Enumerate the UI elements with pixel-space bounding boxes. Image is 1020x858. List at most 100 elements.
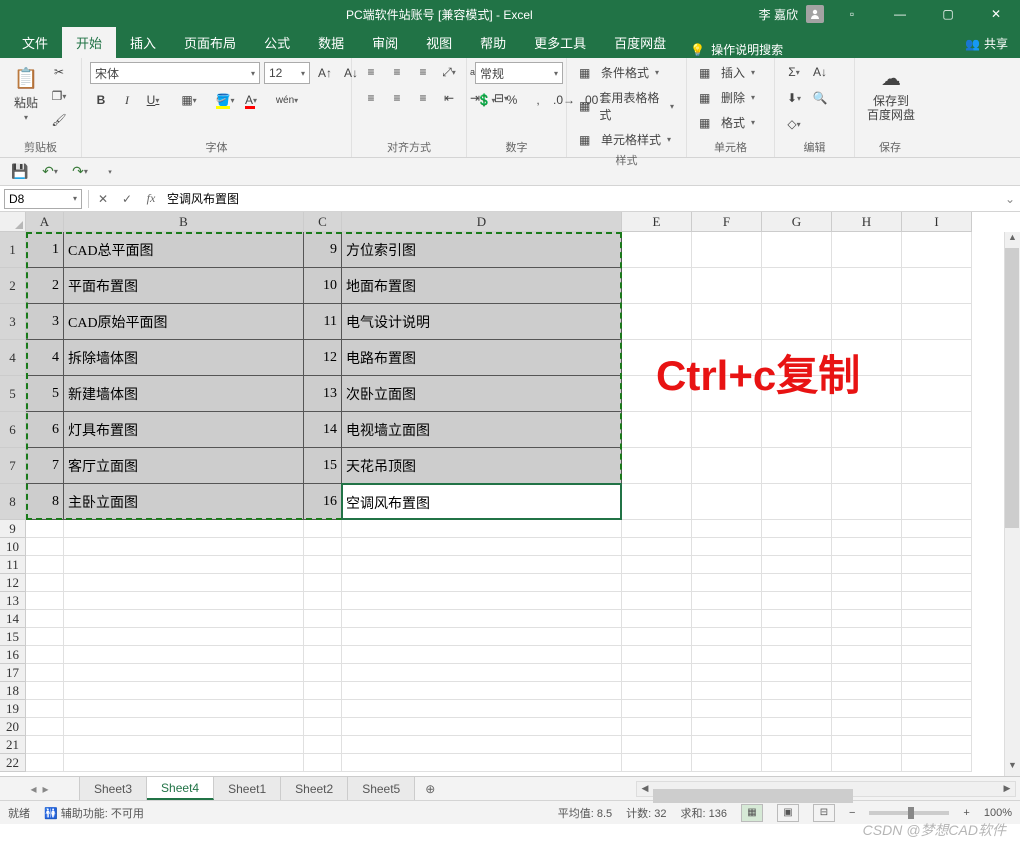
cell-F21[interactable] (692, 736, 762, 754)
cell-H11[interactable] (832, 556, 902, 574)
cell-C8[interactable]: 16 (304, 484, 342, 520)
vertical-scrollbar[interactable]: ▲▼ (1004, 232, 1020, 776)
share-button[interactable]: 👥共享 (953, 29, 1020, 58)
close-button[interactable]: ✕ (976, 0, 1016, 28)
cell-A19[interactable] (26, 700, 64, 718)
column-header-G[interactable]: G (762, 212, 832, 232)
cell-G6[interactable] (762, 412, 832, 448)
align-bottom-button[interactable]: ≡ (412, 62, 434, 82)
cell-F17[interactable] (692, 664, 762, 682)
cell-I7[interactable] (902, 448, 972, 484)
cell-G22[interactable] (762, 754, 832, 772)
redo-button[interactable]: ↷▾ (68, 161, 92, 183)
sheet-tab-sheet5[interactable]: Sheet5 (348, 777, 415, 800)
cell-D18[interactable] (342, 682, 622, 700)
border-button[interactable]: ▦▾ (178, 90, 200, 110)
cell-D14[interactable] (342, 610, 622, 628)
cell-F8[interactable] (692, 484, 762, 520)
cell-I20[interactable] (902, 718, 972, 736)
tab-data[interactable]: 数据 (304, 27, 358, 58)
cell-H2[interactable] (832, 268, 902, 304)
cell-E15[interactable] (622, 628, 692, 646)
sheet-tab-sheet3[interactable]: Sheet3 (80, 777, 147, 800)
cell-F19[interactable] (692, 700, 762, 718)
cell-F10[interactable] (692, 538, 762, 556)
cell-G17[interactable] (762, 664, 832, 682)
cell-E16[interactable] (622, 646, 692, 664)
cell-A14[interactable] (26, 610, 64, 628)
cell-E9[interactable] (622, 520, 692, 538)
tab-formula[interactable]: 公式 (250, 27, 304, 58)
cell-G10[interactable] (762, 538, 832, 556)
cell-A2[interactable]: 2 (26, 268, 64, 304)
cell-E21[interactable] (622, 736, 692, 754)
row-header-13[interactable]: 13 (0, 592, 26, 610)
cancel-formula-button[interactable]: ✕ (91, 189, 115, 209)
row-header-1[interactable]: 1 (0, 232, 26, 268)
cell-I15[interactable] (902, 628, 972, 646)
worksheet-grid[interactable]: ABCDEFGHI 123456789101112131415161718192… (0, 212, 1020, 776)
ribbon-display-button[interactable]: ▫ (832, 0, 872, 28)
cell-I12[interactable] (902, 574, 972, 592)
cell-B6[interactable]: 灯具布置图 (64, 412, 304, 448)
cell-H9[interactable] (832, 520, 902, 538)
cell-D11[interactable] (342, 556, 622, 574)
cell-F11[interactable] (692, 556, 762, 574)
cell-B8[interactable]: 主卧立面图 (64, 484, 304, 520)
tab-review[interactable]: 审阅 (358, 27, 412, 58)
cell-B1[interactable]: CAD总平面图 (64, 232, 304, 268)
qat-customize-button[interactable]: ▾ (98, 161, 122, 183)
tab-more[interactable]: 更多工具 (520, 27, 600, 58)
cell-B11[interactable] (64, 556, 304, 574)
cell-E12[interactable] (622, 574, 692, 592)
cell-A3[interactable]: 3 (26, 304, 64, 340)
cell-D7[interactable]: 天花吊顶图 (342, 448, 622, 484)
cell-F18[interactable] (692, 682, 762, 700)
cell-G13[interactable] (762, 592, 832, 610)
cell-E10[interactable] (622, 538, 692, 556)
cell-C18[interactable] (304, 682, 342, 700)
row-header-15[interactable]: 15 (0, 628, 26, 646)
cell-I6[interactable] (902, 412, 972, 448)
decrease-indent-button[interactable]: ⇤ (438, 88, 460, 108)
cell-I13[interactable] (902, 592, 972, 610)
cell-F14[interactable] (692, 610, 762, 628)
tab-insert[interactable]: 插入 (116, 27, 170, 58)
cell-C2[interactable]: 10 (304, 268, 342, 304)
cell-E8[interactable] (622, 484, 692, 520)
cell-E22[interactable] (622, 754, 692, 772)
find-select-button[interactable]: 🔍 (809, 88, 831, 108)
cell-C5[interactable]: 13 (304, 376, 342, 412)
cell-E1[interactable] (622, 232, 692, 268)
cell-A8[interactable]: 8 (26, 484, 64, 520)
undo-button[interactable]: ↶▾ (38, 161, 62, 183)
row-header-12[interactable]: 12 (0, 574, 26, 592)
cell-F7[interactable] (692, 448, 762, 484)
italic-button[interactable]: I (116, 90, 138, 110)
select-all-corner[interactable] (0, 212, 26, 232)
cell-C10[interactable] (304, 538, 342, 556)
cut-button[interactable]: ✂ (48, 62, 70, 82)
sort-filter-button[interactable]: A↓ (809, 62, 831, 82)
cell-B18[interactable] (64, 682, 304, 700)
cell-E20[interactable] (622, 718, 692, 736)
cell-C13[interactable] (304, 592, 342, 610)
column-header-C[interactable]: C (304, 212, 342, 232)
fill-color-button[interactable]: 🪣▾ (214, 90, 236, 110)
cell-G19[interactable] (762, 700, 832, 718)
cell-G14[interactable] (762, 610, 832, 628)
cell-A16[interactable] (26, 646, 64, 664)
cell-I17[interactable] (902, 664, 972, 682)
cell-C16[interactable] (304, 646, 342, 664)
underline-button[interactable]: U▾ (142, 90, 164, 110)
cell-F1[interactable] (692, 232, 762, 268)
cell-A1[interactable]: 1 (26, 232, 64, 268)
cell-B15[interactable] (64, 628, 304, 646)
cell-C9[interactable] (304, 520, 342, 538)
save-button[interactable]: 💾 (8, 161, 32, 183)
cell-H13[interactable] (832, 592, 902, 610)
cell-D19[interactable] (342, 700, 622, 718)
cell-B20[interactable] (64, 718, 304, 736)
cell-E18[interactable] (622, 682, 692, 700)
cell-G11[interactable] (762, 556, 832, 574)
